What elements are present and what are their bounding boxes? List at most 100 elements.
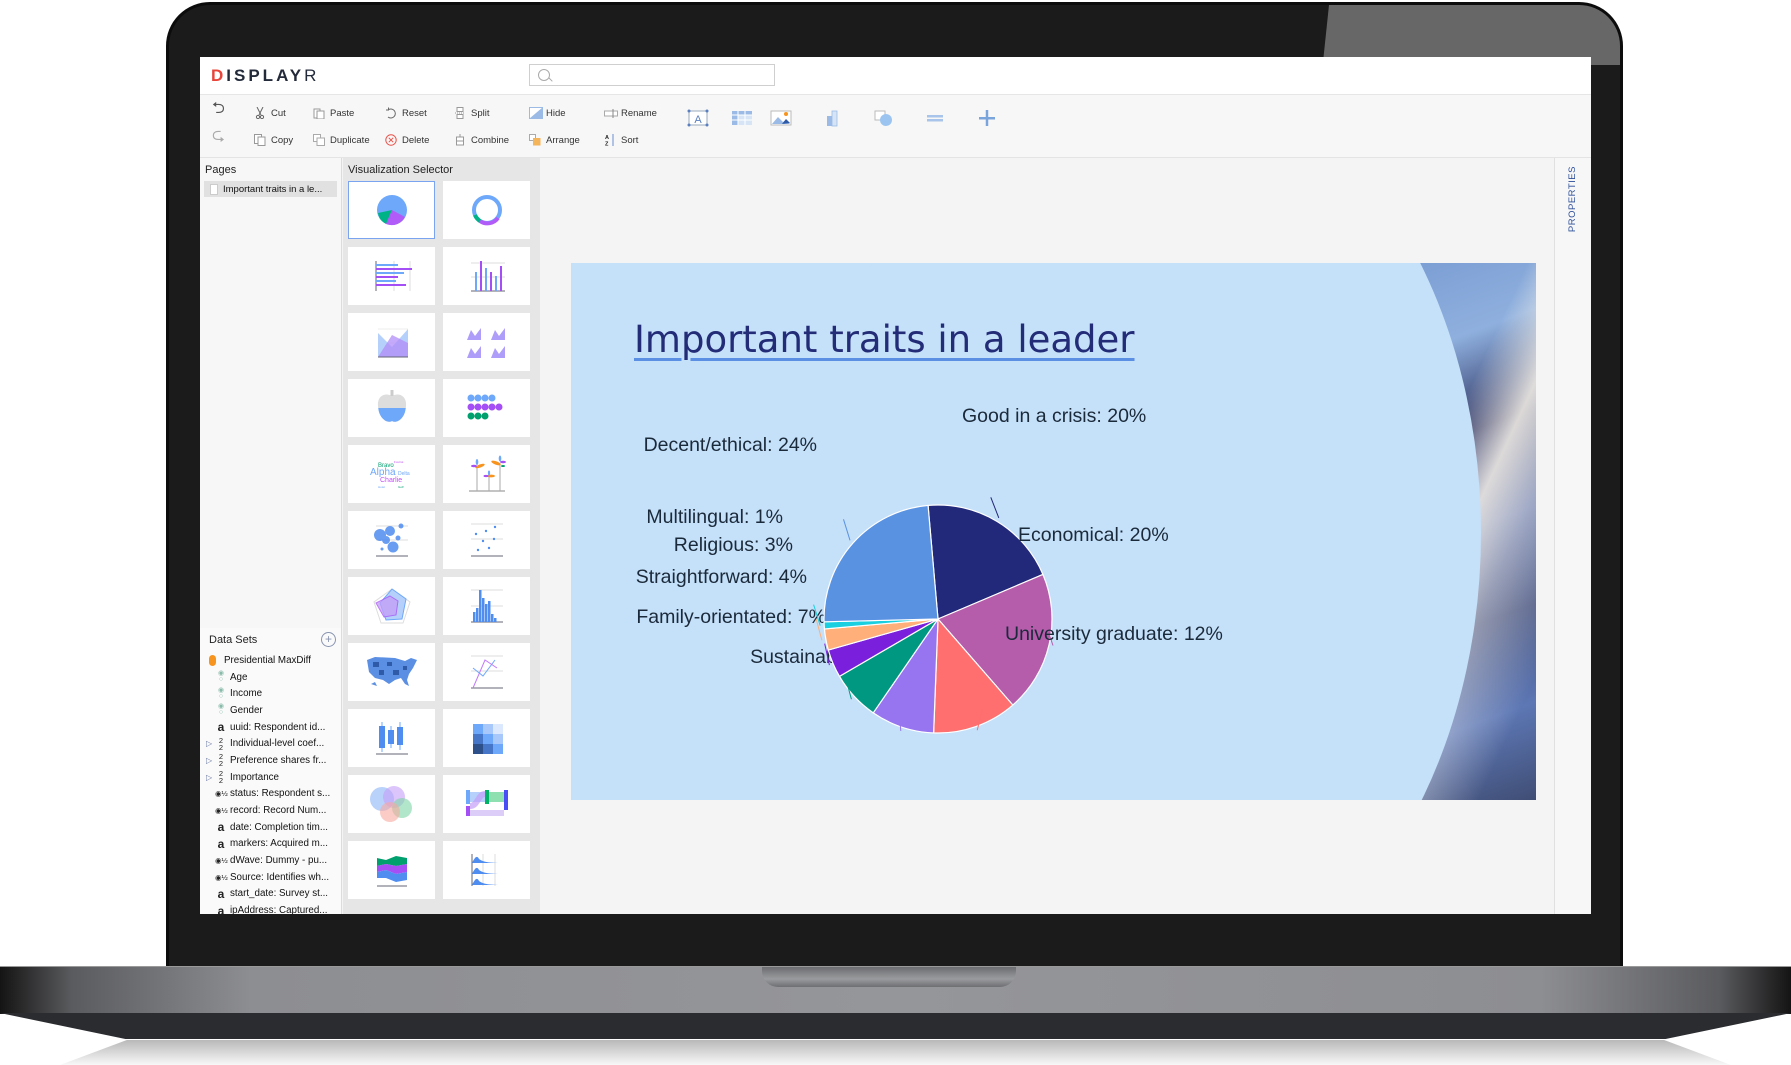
displayr-logo[interactable]: DISPLAYR [211,66,319,86]
viz-option-dot-pictograph-chart[interactable] [443,379,530,437]
dataset-item[interactable]: Presidential MaxDiff [206,652,338,669]
expand-caret-icon[interactable]: ▷ [206,773,215,782]
variable-label: Gender [230,704,263,716]
variable-item[interactable]: a markers: Acquired m... [206,836,338,853]
viz-option-donut-chart[interactable] [443,181,530,239]
variable-label: Importance [230,771,280,783]
bubble-chart-icon [373,522,410,558]
delete-button[interactable]: Delete [385,134,429,146]
arrange-button[interactable]: Arrange [529,134,580,146]
variable-label: Age [230,671,248,683]
viz-option-scatter-chart[interactable] [443,511,530,569]
viz-option-area-chart[interactable] [348,313,435,371]
variable-item[interactable]: ◉½ Source: Identifies wh... [206,869,338,886]
properties-tab[interactable]: PROPERTIES [1567,166,1578,232]
leader-line [843,519,851,541]
slide[interactable]: Important traits in a leader Good in a c… [571,263,1536,800]
page-item-label: Important traits in a le... [223,183,323,195]
reset-icon [385,107,397,119]
pie-chart[interactable]: Good in a crisis: 20% Economical: 20% Univ… [571,263,1536,800]
radar-chart-icon [372,587,412,625]
viz-option-bubble-chart[interactable] [348,511,435,569]
text-variable-icon: a [217,886,225,901]
redo-icon: ⮎ [212,127,225,144]
viz-option-ridgeline-chart[interactable] [443,841,530,899]
bar-chart-icon [372,259,412,293]
viz-option-pie-chart[interactable] [348,181,435,239]
paste-button[interactable]: Paste [313,107,354,120]
variable-item[interactable]: ◉½ status: Respondent s... [206,786,338,803]
copy-button[interactable]: Copy [254,134,293,146]
viz-option-box-plot[interactable] [348,709,435,767]
variable-label: Presidential MaxDiff [224,654,311,666]
variable-item[interactable]: a start_date: Survey st... [206,886,338,903]
page-item[interactable]: Important traits in a le... [204,181,337,197]
viz-option-bar-chart[interactable] [348,247,435,305]
variable-item[interactable]: a uuid: Respondent id... [206,719,338,736]
viz-option-palm-tree-chart[interactable] [443,445,530,503]
numeric-categorical-icon: ◉½ [215,872,228,882]
numeric-categorical-icon: ◉½ [215,856,228,866]
dataset-icon [209,654,216,666]
numeric-categorical-icon: ◉½ [215,806,228,816]
pie-slice-decent-ethical[interactable] [823,504,939,623]
viz-option-histogram-chart[interactable] [443,577,530,635]
viz-option-geographic-map[interactable] [348,643,435,701]
svg-text:Charlie: Charlie [380,477,402,484]
insert-line-button[interactable] [924,109,946,127]
ridgeline-chart-icon [469,852,505,888]
pictograph-chart-icon [375,390,409,426]
insert-more-button[interactable] [976,109,998,127]
dot-pictograph-chart-icon [467,393,507,423]
data-label: Religious: 3% [674,534,793,556]
scatter-chart-icon [469,522,505,558]
viz-option-streamgraph[interactable] [348,841,435,899]
variable-item[interactable]: a ipAddress: Captured... [206,902,338,914]
variable-item[interactable]: ◉ ○ Income [206,685,338,702]
variable-item[interactable]: ▷ 2 2 Importance [206,769,338,786]
expand-caret-icon[interactable]: ▷ [206,756,215,765]
logo-r: R [304,66,320,85]
donut-chart-icon [470,193,504,227]
cut-button[interactable]: Cut [254,106,286,120]
viz-option-word-cloud[interactable]: Bravo Foxtrot Alpha Delta Charlie Hotel Golf [348,445,435,503]
hide-button[interactable]: Hide [529,107,566,119]
sort-button[interactable]: A Z Sort [604,134,638,148]
variable-item[interactable]: ◉ ○ Gender [206,702,338,719]
arrange-icon [529,134,541,146]
redo-button[interactable]: ⮎ [212,127,225,144]
insert-image-button[interactable] [770,109,792,127]
undo-button[interactable]: ⮌ [212,101,225,117]
search-input[interactable] [529,64,775,86]
viz-option-sankey-diagram[interactable] [443,775,530,833]
rename-button[interactable]: Rename [604,107,657,119]
viz-option-venn-diagram[interactable] [348,775,435,833]
viz-option-line-chart[interactable] [443,643,530,701]
variable-item[interactable]: ◉ ○ Age [206,669,338,686]
insert-shape-button[interactable] [873,109,895,127]
variable-item[interactable]: ◉½ dWave: Dummy - pu... [206,852,338,869]
clipboard-icon [313,107,325,120]
duplicate-button[interactable]: Duplicate [313,134,370,146]
insert-text-box-button[interactable]: A [687,109,709,127]
viz-option-radar-chart[interactable] [348,577,435,635]
reset-button[interactable]: Reset [385,107,427,119]
variable-item[interactable]: ▷ 2 2 Preference shares fr... [206,752,338,769]
insert-chart-button[interactable] [822,109,844,127]
viz-option-pictograph-chart[interactable] [348,379,435,437]
split-button[interactable]: Split [454,107,489,119]
data-label: Straightforward: 4% [636,566,807,588]
expand-caret-icon[interactable]: ▷ [206,739,215,748]
numeric-grid-icon: 22 [218,752,224,769]
variable-item[interactable]: ▷ 2 2 Individual-level coef... [206,735,338,752]
insert-table-button[interactable] [731,109,753,127]
pie-chart-icon [375,193,409,227]
viz-option-column-chart[interactable] [443,247,530,305]
combine-button[interactable]: Combine [454,134,509,146]
variable-item[interactable]: a date: Completion tim... [206,819,338,836]
heatmap-icon [471,722,503,754]
add-dataset-button[interactable]: + [321,632,336,647]
variable-item[interactable]: ◉½ record: Record Num... [206,802,338,819]
viz-option-heatmap[interactable] [443,709,530,767]
viz-option-small-multiples-chart[interactable] [443,313,530,371]
